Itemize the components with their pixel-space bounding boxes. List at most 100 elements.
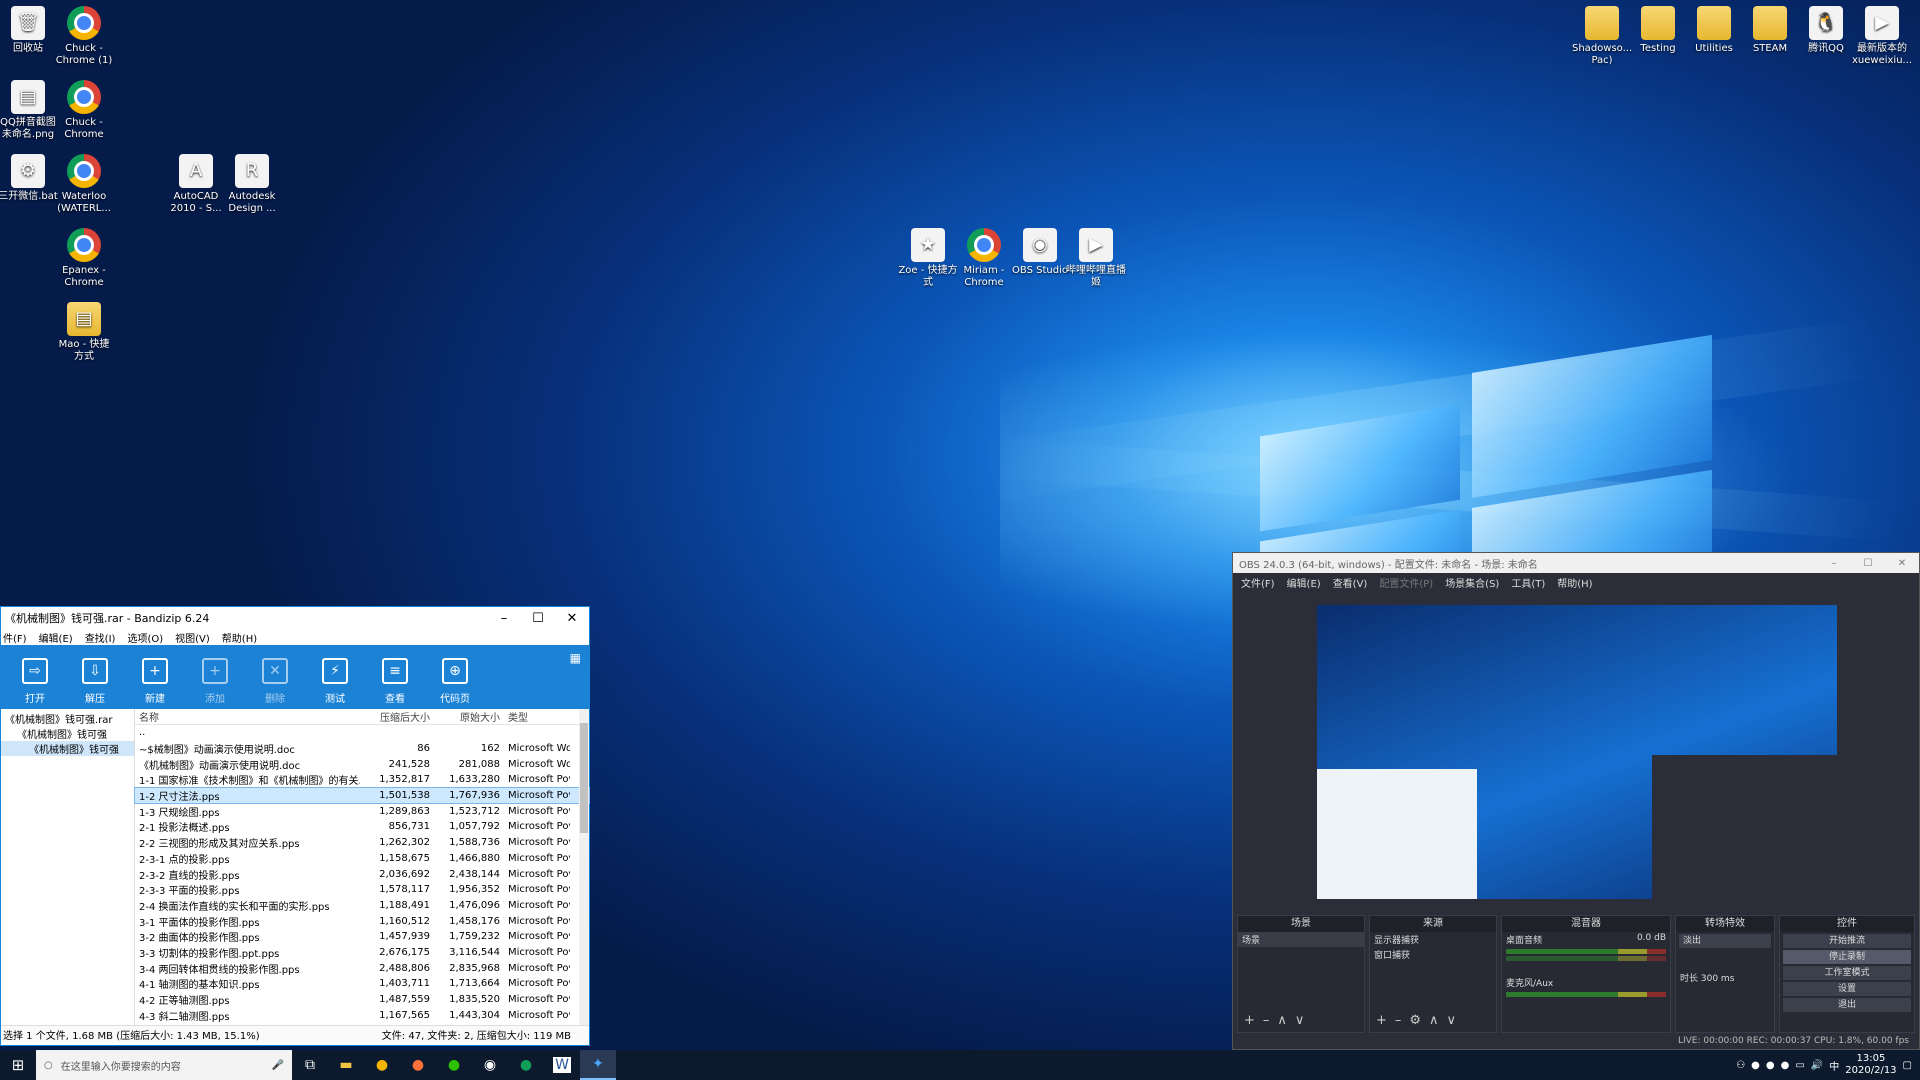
tray-app-icon[interactable]: ● bbox=[1781, 1060, 1790, 1071]
microphone-icon[interactable]: 🎤 bbox=[272, 1060, 292, 1071]
task-view-button[interactable]: ⧉ bbox=[292, 1050, 328, 1080]
taskbar-search[interactable]: ○ 在这里输入你要搜索的内容 🎤 bbox=[36, 1050, 292, 1080]
menu-item[interactable]: 帮助(H) bbox=[222, 630, 257, 645]
view-button[interactable]: ≡ 查看 bbox=[365, 658, 425, 705]
minimize-button[interactable]: – bbox=[487, 611, 521, 626]
maximize-button[interactable]: ☐ bbox=[521, 611, 555, 626]
desktop.icons_left-desktop-icon-5[interactable]: Waterloo (WATERL... bbox=[54, 154, 114, 215]
tray-app-icon[interactable]: ● bbox=[1751, 1060, 1760, 1071]
extract-button[interactable]: ⇩ 解压 bbox=[65, 658, 125, 705]
obs-taskbar-button[interactable]: ◉ bbox=[472, 1050, 508, 1080]
desktop.icons_left-desktop-icon-8[interactable]: Epanex - Chrome bbox=[54, 228, 114, 289]
studio-mode-button[interactable]: 工作室模式 bbox=[1783, 966, 1911, 980]
people-icon[interactable]: ⚇ bbox=[1736, 1060, 1745, 1071]
chrome2-taskbar-button[interactable]: ● bbox=[508, 1050, 544, 1080]
maximize-button[interactable]: ☐ bbox=[1851, 558, 1885, 569]
delete-button[interactable]: ✕ 删除 bbox=[245, 658, 305, 705]
scene-toolbar[interactable]: +–∧∨ bbox=[1244, 1013, 1312, 1028]
column-header[interactable]: 名称 bbox=[135, 709, 360, 724]
file-row[interactable]: 3-4 两回转体相贯线的投影作图.pps 2,488,806 2,835,968 Mi… bbox=[135, 960, 589, 976]
wechat-taskbar-button[interactable]: ● bbox=[436, 1050, 472, 1080]
duration-input[interactable]: 300 ms bbox=[1701, 974, 1735, 984]
obs-menu-item[interactable]: 场景集合(S) bbox=[1445, 575, 1499, 590]
desktop.icons_left-desktop-icon-9[interactable]: ▤ Mao - 快捷方式 bbox=[54, 302, 114, 363]
file-row[interactable]: 2-3-1 点的投影.pps 1,158,675 1,466,880 Microsof… bbox=[135, 851, 589, 867]
desktop.icons_right-desktop-icon-2[interactable]: Utilities bbox=[1684, 6, 1744, 55]
obs-titlebar[interactable]: OBS 24.0.3 (64-bit, windows) - 配置文件: 未命名… bbox=[1233, 553, 1919, 573]
desktop.icons_mid-desktop-icon-1[interactable]: Miriam - Chrome bbox=[954, 228, 1014, 289]
desktop.icons_left-desktop-icon-7[interactable]: R Autodesk Design ... bbox=[222, 154, 282, 215]
layout-toggle-icon[interactable]: ▦ bbox=[570, 651, 581, 665]
file-row[interactable]: ~$械制图》动画演示使用说明.doc 86 162 Microsoft Wo bbox=[135, 741, 589, 757]
tree-node[interactable]: 《机械制图》钱可强 bbox=[1, 726, 134, 741]
menu-item[interactable]: 查找(I) bbox=[85, 630, 116, 645]
source-item[interactable]: 窗口捕获 bbox=[1370, 947, 1496, 962]
column-header[interactable]: 压缩后大小 bbox=[360, 709, 430, 724]
desktop.icons_mid-desktop-icon-0[interactable]: ★ Zoe - 快捷方式 bbox=[898, 228, 958, 289]
open-button[interactable]: ⇨ 打开 bbox=[5, 658, 65, 705]
close-button[interactable]: ✕ bbox=[1885, 558, 1919, 569]
exit-button[interactable]: 退出 bbox=[1783, 998, 1911, 1012]
test-button[interactable]: ⚡ 测试 bbox=[305, 658, 365, 705]
file-row[interactable]: 1-3 尺规绘图.pps 1,289,863 1,523,712 Microsoft … bbox=[135, 803, 589, 819]
file-row[interactable]: 4-1 轴测图的基本知识.pps 1,403,711 1,713,664 Micros… bbox=[135, 976, 589, 992]
file-row[interactable]: 1-2 尺寸注法.pps 1,501,538 1,767,936 Microsoft … bbox=[134, 786, 590, 805]
obs-menu-item[interactable]: 查看(V) bbox=[1333, 575, 1368, 590]
desktop.icons_left-desktop-icon-6[interactable]: A AutoCAD 2010 - S... bbox=[166, 154, 226, 215]
tray-app-icon[interactable]: ● bbox=[1766, 1060, 1775, 1071]
desktop.icons_right-desktop-icon-1[interactable]: Testing bbox=[1628, 6, 1688, 55]
column-header[interactable]: 原始大小 bbox=[430, 709, 500, 724]
file-row[interactable]: 《机械制图》动画演示使用说明.doc 241,528 281,088 Microsof… bbox=[135, 756, 589, 772]
desktop.icons_left-desktop-icon-3[interactable]: Chuck - Chrome bbox=[54, 80, 114, 141]
file-row[interactable]: 2-3-2 直线的投影.pps 2,036,692 2,438,144 Microso… bbox=[135, 866, 589, 882]
obs-preview[interactable] bbox=[1317, 605, 1837, 899]
file-row[interactable]: 2-1 投影法概述.pps 856,731 1,057,792 Microsoft P… bbox=[135, 819, 589, 835]
desktop.icons_right-desktop-icon-5[interactable]: ▶ 最新版本的 xueweixiu... bbox=[1852, 6, 1912, 67]
minimize-button[interactable]: – bbox=[1817, 558, 1851, 569]
network-icon[interactable]: ▭ bbox=[1795, 1060, 1804, 1071]
obs-menu-item[interactable]: 编辑(E) bbox=[1287, 575, 1321, 590]
menu-item[interactable]: 件(F) bbox=[3, 630, 27, 645]
close-button[interactable]: ✕ bbox=[555, 611, 589, 626]
file-row[interactable]: .. bbox=[135, 725, 589, 741]
new-button[interactable]: + 新建 bbox=[125, 658, 185, 705]
word-taskbar-button[interactable]: W bbox=[544, 1050, 580, 1080]
file-row[interactable]: 3-2 曲面体的投影作图.pps 1,457,939 1,759,232 Micros… bbox=[135, 929, 589, 945]
menu-item[interactable]: 视图(V) bbox=[175, 630, 210, 645]
source-item[interactable]: 显示器捕获 bbox=[1370, 932, 1496, 947]
desktop.icons_mid-desktop-icon-3[interactable]: ▶ 哔哩哔哩直播姬 bbox=[1066, 228, 1126, 289]
file-row[interactable]: 4-3 斜二轴测图.pps 1,167,565 1,443,304 Microsoft… bbox=[135, 1007, 589, 1023]
start-button[interactable]: ⊞ bbox=[0, 1050, 36, 1080]
volume-icon[interactable]: 🔊 bbox=[1811, 1060, 1823, 1071]
settings-button[interactable]: 设置 bbox=[1783, 982, 1911, 996]
desktop.icons_right-desktop-icon-0[interactable]: Shadowso... Pac) bbox=[1572, 6, 1632, 67]
obs-menu-item[interactable]: 工具(T) bbox=[1511, 575, 1545, 590]
file-explorer-button[interactable]: ▬ bbox=[328, 1050, 364, 1080]
bandizip-taskbar-button[interactable]: ✦ bbox=[580, 1050, 616, 1080]
scene-item[interactable]: 场景 bbox=[1238, 932, 1364, 947]
desktop.icons_mid-desktop-icon-2[interactable]: ◉ OBS Studio bbox=[1010, 228, 1070, 277]
desktop.icons_left-desktop-icon-2[interactable]: ▤ QQ拼音截图未命名.png bbox=[0, 80, 58, 141]
source-toolbar[interactable]: +–⚙∧∨ bbox=[1376, 1013, 1464, 1028]
file-row[interactable]: 2-4 换面法作直线的实长和平面的实形.pps 1,188,491 1,476,09… bbox=[135, 898, 589, 914]
start-streaming-button[interactable]: 开始推流 bbox=[1783, 934, 1911, 948]
vertical-scrollbar[interactable] bbox=[579, 709, 589, 1025]
menu-item[interactable]: 编辑(E) bbox=[39, 630, 73, 645]
obs-menu-item[interactable]: 文件(F) bbox=[1241, 575, 1275, 590]
file-row[interactable]: 4-2 正等轴测图.pps 1,487,559 1,835,520 Microsoft… bbox=[135, 992, 589, 1008]
notification-icon[interactable]: ▢ bbox=[1903, 1060, 1912, 1071]
chrome-taskbar-button[interactable]: ● bbox=[364, 1050, 400, 1080]
desktop.icons_left-desktop-icon-4[interactable]: ⚙ 三开微信.bat bbox=[0, 154, 58, 203]
firefox-taskbar-button[interactable]: ● bbox=[400, 1050, 436, 1080]
desktop.icons_right-desktop-icon-3[interactable]: STEAM bbox=[1740, 6, 1800, 55]
obs-menu-item[interactable]: 帮助(H) bbox=[1557, 575, 1592, 590]
obs-menu-item[interactable]: 配置文件(P) bbox=[1379, 575, 1433, 590]
bandizip-titlebar[interactable]: 《机械制图》钱可强.rar - Bandizip 6.24 – ☐ ✕ bbox=[1, 607, 589, 629]
column-header[interactable]: 类型 bbox=[500, 709, 570, 724]
file-row[interactable]: 3-1 平面体的投影作图.pps 1,160,512 1,458,176 Micros… bbox=[135, 913, 589, 929]
tree-node[interactable]: 《机械制图》钱可强.rar bbox=[1, 711, 134, 726]
file-row[interactable]: 2-2 三视图的形成及其对应关系.pps 1,262,302 1,588,736 Mi… bbox=[135, 835, 589, 851]
file-row[interactable]: 1-1 国家标准《技术制图》和《机械制图》的有关... 1,352,817 1,63… bbox=[135, 772, 589, 788]
stop-recording-button[interactable]: 停止录制 bbox=[1783, 950, 1911, 964]
tree-node[interactable]: 《机械制图》钱可强 bbox=[1, 741, 134, 756]
